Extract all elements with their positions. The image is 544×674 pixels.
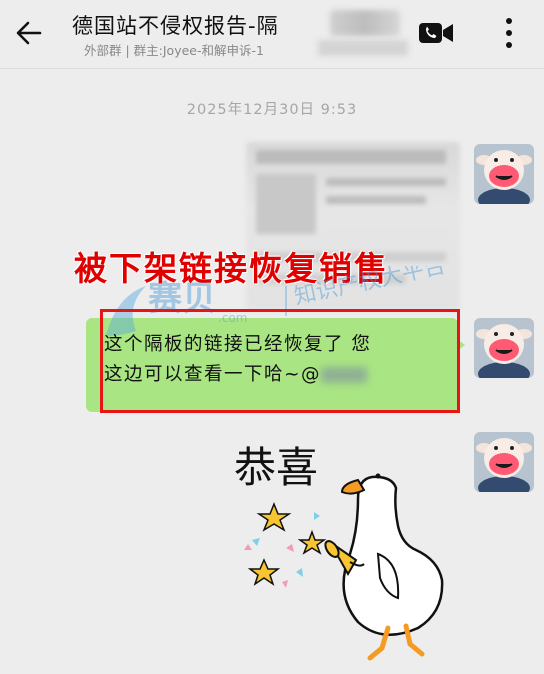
star-icon (297, 529, 327, 555)
avatar[interactable] (474, 318, 534, 378)
cow-avatar-icon (474, 432, 534, 492)
title-redaction (330, 10, 400, 36)
arrow-left-icon[interactable] (14, 18, 44, 48)
congrats-sticker[interactable]: 恭喜 (232, 432, 464, 664)
star-icon (256, 501, 292, 532)
cow-avatar-icon (474, 318, 534, 378)
avatar[interactable] (474, 144, 534, 204)
avatar[interactable] (474, 432, 534, 492)
video-call-icon[interactable] (418, 20, 454, 46)
chat-subtitle[interactable]: 外部群 | 群主:Joyee-和解申诉-1 (84, 40, 324, 59)
message-timestamp: 2025年12月30日 9:53 (186, 102, 358, 118)
star-icon (247, 558, 281, 586)
cow-avatar-icon (474, 144, 534, 204)
overlay-caption: 被下架链接恢复销售 (74, 249, 389, 288)
subtitle-redaction (318, 40, 408, 56)
sticker-text: 恭喜 (234, 443, 318, 492)
chat-header: 德国站不侵权报告-隔 外部群 | 群主:Joyee-和解申诉-1 (0, 0, 544, 69)
more-vertical-icon[interactable] (502, 16, 516, 50)
highlight-box (100, 309, 460, 413)
